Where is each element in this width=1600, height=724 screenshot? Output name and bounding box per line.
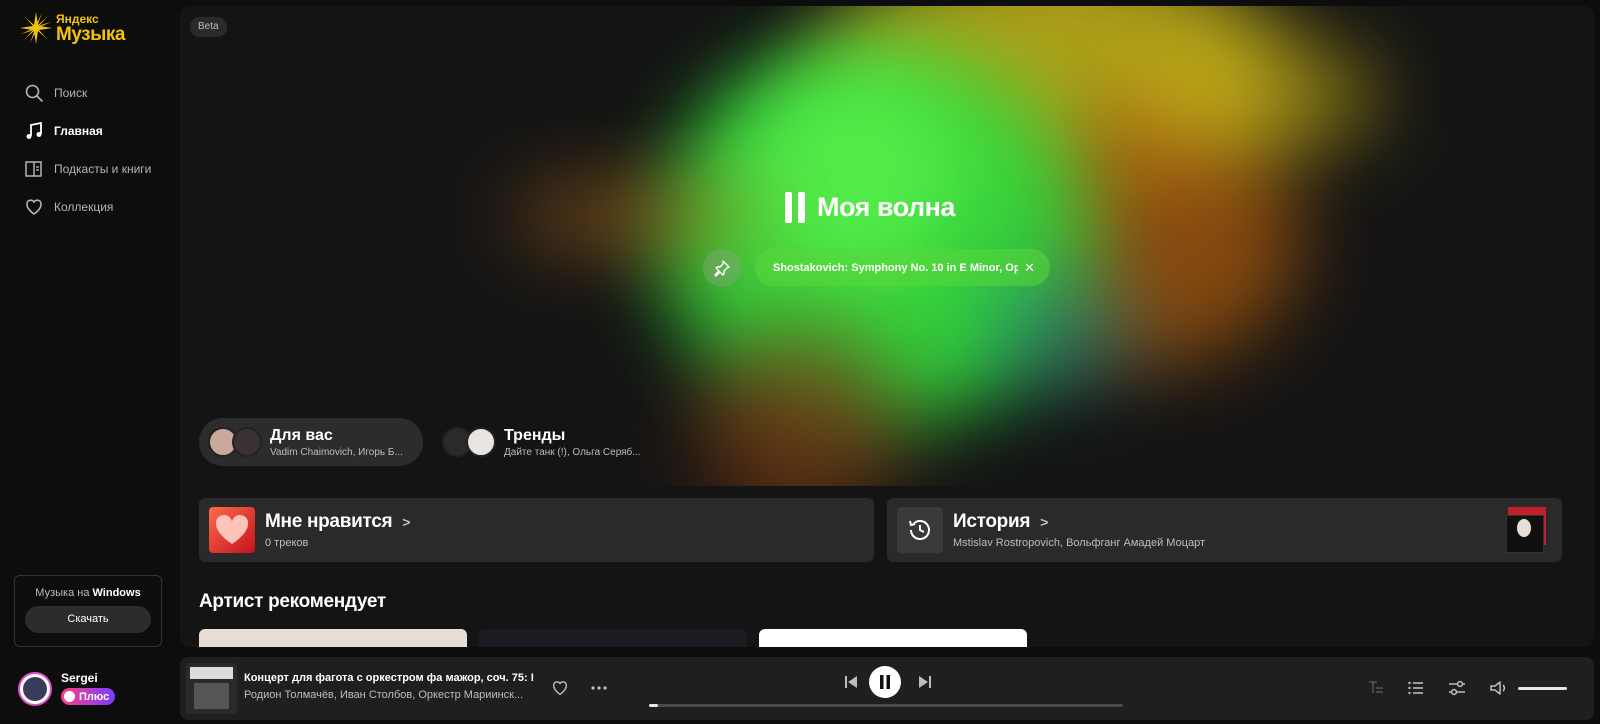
- liked-card-text: Мне нравится > 0 треков: [265, 511, 410, 549]
- queue-list-icon[interactable]: [1407, 679, 1425, 697]
- previous-track-icon[interactable]: [843, 674, 859, 690]
- wave-seed-chip[interactable]: Shostakovich: Symphony No. 10 in E Minor…: [755, 249, 1050, 286]
- sidebar-item-label: Коллекция: [54, 200, 114, 214]
- like-heart-icon[interactable]: [551, 679, 569, 697]
- avatar-image: [23, 677, 47, 701]
- recommendation-tile[interactable]: [759, 629, 1027, 647]
- plus-badge[interactable]: Плюс: [61, 688, 116, 705]
- history-title: История >: [953, 511, 1205, 533]
- mix-covers: [442, 427, 496, 457]
- history-icon: [909, 520, 930, 540]
- user-profile[interactable]: Sergei Плюс: [18, 671, 116, 707]
- track-info: Концерт для фагота с оркестром фа мажор,…: [244, 672, 534, 701]
- yandex-music-logo[interactable]: Яндекс Музыка: [18, 8, 168, 48]
- avatar[interactable]: [18, 672, 52, 706]
- heart-cover-icon: [215, 515, 249, 544]
- mix-text: Для вас Vadim Chaimovich, Игорь Б...: [270, 427, 410, 458]
- wave-seed-title: Shostakovich: Symphony No. 10 in E Minor…: [773, 261, 1018, 274]
- logo-small-text: Яндекс: [56, 11, 99, 26]
- mix-subtitle: Дайте танк (!), Ольга Серяб...: [504, 446, 641, 458]
- promo-text: Музыка на Windows: [15, 587, 161, 599]
- download-button[interactable]: Скачать: [25, 606, 151, 633]
- pause-icon: [880, 675, 890, 689]
- liked-tracks-card[interactable]: Мне нравится > 0 треков: [199, 498, 874, 562]
- sidebar-item-collection[interactable]: Коллекция: [24, 188, 174, 226]
- logo-big-text: Музыка: [56, 23, 125, 45]
- history-cover: [897, 507, 943, 553]
- sun-logo-icon: [20, 12, 52, 44]
- sidebar-item-search[interactable]: Поиск: [24, 74, 174, 112]
- chevron-right-icon: >: [1040, 514, 1049, 530]
- progress-fill: [649, 704, 659, 707]
- heart-icon: [26, 199, 42, 215]
- promo-text-platform: Windows: [92, 587, 141, 599]
- beta-badge: Beta: [190, 17, 227, 37]
- track-artists[interactable]: Родион Толмачёв, Иван Столбов, Оркестр М…: [244, 689, 534, 701]
- history-album-cover: [1506, 507, 1546, 553]
- liked-cover: [209, 507, 255, 553]
- windows-app-promo: Музыка на Windows Скачать: [14, 575, 162, 647]
- more-options-icon[interactable]: [590, 679, 608, 697]
- mix-title: Тренды: [504, 426, 566, 444]
- track-title[interactable]: Концерт для фагота с оркестром фа мажор,…: [244, 672, 534, 684]
- liked-title: Мне нравится >: [265, 511, 410, 533]
- wave-blob-orange-left: [510, 186, 770, 246]
- logo-text: Яндекс Музыка: [56, 13, 125, 44]
- music-note-icon: [26, 121, 42, 139]
- mix-subtitle: Vadim Chaimovich, Игорь Б...: [270, 446, 403, 458]
- sidebar-item-label: Главная: [54, 124, 103, 138]
- recommendation-tile[interactable]: [199, 629, 467, 647]
- my-wave-title: Моя волна: [817, 192, 955, 222]
- pin-button[interactable]: [703, 249, 741, 287]
- settings-sliders-icon[interactable]: [1448, 679, 1466, 697]
- user-name: Sergei: [61, 671, 98, 685]
- my-wave-visualizer[interactable]: Beta Моя волна Shostakovich: Symphony No…: [180, 6, 1594, 486]
- app-root: Яндекс Музыка Поиск Главная Подкасты и к…: [0, 0, 1600, 724]
- progress-bar[interactable]: [649, 704, 1123, 707]
- sidebar-item-label: Подкасты и книги: [54, 162, 152, 176]
- mix-trends[interactable]: Тренды Дайте танк (!), Ольга Серяб...: [433, 418, 653, 466]
- recommendation-tile[interactable]: [479, 629, 747, 647]
- pause-icon: [785, 192, 805, 223]
- history-card-text: История > Mstislav Rostropovich, Вольфган…: [953, 511, 1205, 549]
- section-title-artist-recommends: Артист рекомендует: [199, 591, 386, 612]
- plus-icon: [64, 691, 75, 702]
- wave-blob-yellow-right: [1140, 36, 1380, 156]
- my-wave-play-toggle[interactable]: Моя волна: [785, 192, 955, 223]
- pin-icon: [714, 260, 730, 277]
- mix-for-you[interactable]: Для вас Vadim Chaimovich, Игорь Б...: [199, 418, 423, 466]
- history-artists: Mstislav Rostropovich, Вольфганг Амадей …: [953, 537, 1206, 549]
- search-icon: [25, 84, 43, 102]
- mix-covers: [208, 427, 262, 457]
- history-title-text: История: [953, 511, 1031, 532]
- lyrics-icon: [1369, 681, 1383, 693]
- promo-text-prefix: Музыка на: [35, 587, 90, 599]
- history-card[interactable]: История > Mstislav Rostropovich, Вольфган…: [887, 498, 1562, 562]
- sidebar: Яндекс Музыка Поиск Главная Подкасты и к…: [0, 0, 178, 724]
- sidebar-item-podcasts[interactable]: Подкасты и книги: [24, 150, 174, 188]
- player-bar: Концерт для фагота с оркестром фа мажор,…: [180, 657, 1594, 720]
- track-cover[interactable]: [186, 663, 237, 714]
- sidebar-nav: Поиск Главная Подкасты и книги Коллекция: [24, 74, 174, 226]
- liked-title-text: Мне нравится: [265, 511, 393, 532]
- mix-text: Тренды Дайте танк (!), Ольга Серяб...: [504, 427, 644, 458]
- chevron-right-icon: >: [402, 514, 411, 530]
- liked-count: 0 треков: [265, 537, 309, 549]
- volume-slider[interactable]: [1518, 687, 1567, 690]
- sidebar-item-label: Поиск: [54, 86, 88, 100]
- book-icon: [25, 161, 42, 177]
- close-icon[interactable]: ✕: [1024, 260, 1035, 276]
- mix-title: Для вас: [270, 426, 333, 444]
- pause-button[interactable]: [869, 666, 901, 698]
- plus-badge-label: Плюс: [79, 690, 110, 703]
- user-info: Sergei Плюс: [61, 671, 116, 707]
- volume-icon[interactable]: [1489, 679, 1507, 697]
- main-panel: Beta Моя волна Shostakovich: Symphony No…: [180, 6, 1594, 647]
- sidebar-item-home[interactable]: Главная: [24, 112, 174, 150]
- next-track-icon[interactable]: [917, 674, 933, 690]
